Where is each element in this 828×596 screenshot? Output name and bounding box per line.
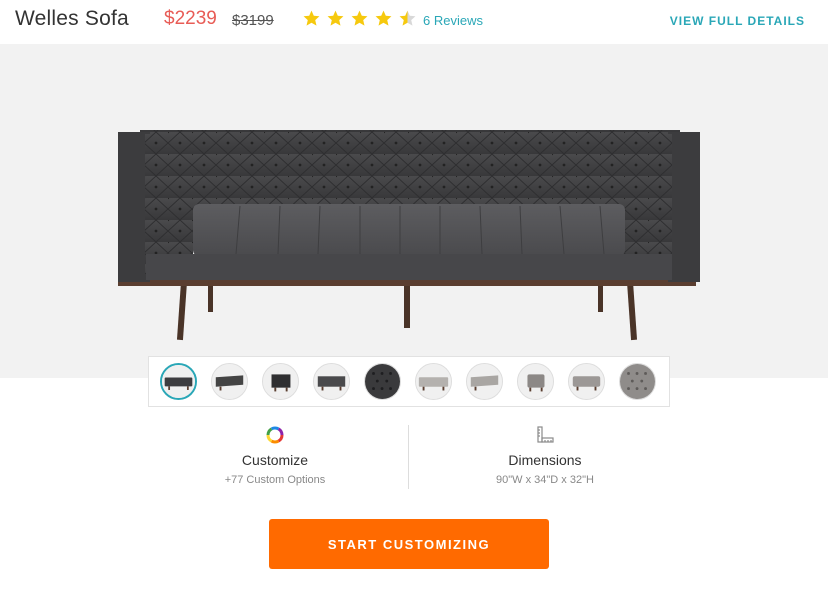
star-icon xyxy=(375,10,392,26)
thumb-sofa-back[interactable] xyxy=(313,363,350,400)
star-icon xyxy=(351,10,368,26)
rating-stars xyxy=(302,9,417,28)
product-hero-image xyxy=(0,44,828,378)
product-title: Welles Sofa xyxy=(15,7,129,30)
sofa-illustration xyxy=(118,130,700,341)
product-info-row: Customize +77 Custom Options Dimensions … xyxy=(0,425,828,491)
dimensions-value: 90"W x 34"D x 32"H xyxy=(496,474,594,486)
star-icon xyxy=(327,10,344,26)
original-price: $3199 xyxy=(232,12,274,29)
color-wheel-icon xyxy=(266,426,284,444)
reviews-link[interactable]: 6 Reviews xyxy=(423,13,483,28)
thumb-sofa-light-angle[interactable] xyxy=(466,363,503,400)
half-star-icon xyxy=(399,10,416,26)
thumb-sofa-angle[interactable] xyxy=(211,363,248,400)
thumbnail-carousel xyxy=(148,356,670,407)
thumb-sofa-light-front[interactable] xyxy=(415,363,452,400)
dimensions-section[interactable]: Dimensions 90"W x 34"D x 32"H xyxy=(410,425,680,486)
star-icon xyxy=(303,10,320,26)
customize-section[interactable]: Customize +77 Custom Options xyxy=(140,425,410,486)
customize-options-count: +77 Custom Options xyxy=(224,474,326,486)
info-divider xyxy=(408,425,409,489)
thumb-sofa-light-back[interactable] xyxy=(568,363,605,400)
ruler-icon xyxy=(537,426,554,443)
dimensions-title: Dimensions xyxy=(508,452,582,468)
thumb-sofa-tufting-detail[interactable] xyxy=(364,363,401,400)
view-full-details-link[interactable]: VIEW FULL DETAILS xyxy=(670,14,805,28)
thumb-sofa-side[interactable] xyxy=(262,363,299,400)
sale-price: $2239 xyxy=(164,8,217,29)
thumb-sofa-light-detail[interactable] xyxy=(619,363,656,400)
thumb-sofa-front[interactable] xyxy=(160,363,197,400)
customize-title: Customize xyxy=(241,452,309,468)
start-customizing-button[interactable]: START CUSTOMIZING xyxy=(269,519,549,569)
thumb-sofa-light-side[interactable] xyxy=(517,363,554,400)
product-header: Welles Sofa $2239 $3199 6 Reviews VIEW F… xyxy=(0,0,828,44)
